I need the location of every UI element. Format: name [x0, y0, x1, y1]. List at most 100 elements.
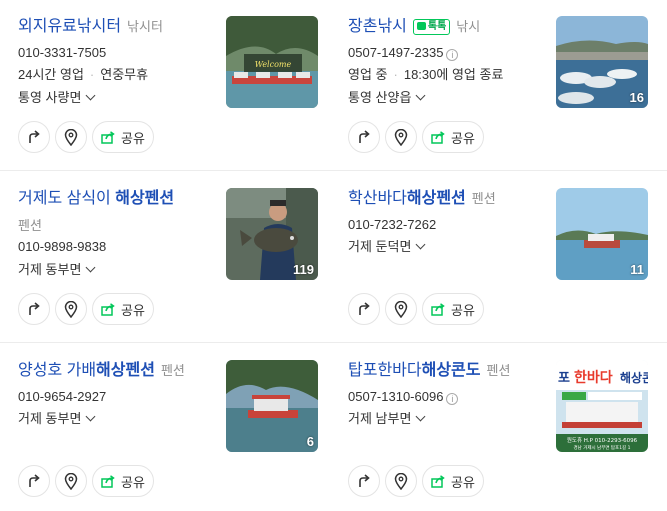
banner-name-text: 한바다: [574, 370, 613, 386]
share-label: 공유: [121, 130, 145, 146]
chevron-down-icon: [415, 411, 426, 422]
place-photo[interactable]: 119: [226, 188, 318, 280]
share-button[interactable]: 공유: [92, 293, 154, 325]
phone-number[interactable]: 0507-1310-6096 i: [348, 388, 459, 406]
place-card[interactable]: 양성호 가배해상펜션 펜션 010-9654-2927 거제 동부면 6 공유: [0, 344, 330, 511]
directions-button[interactable]: [18, 293, 50, 325]
talktalk-badge[interactable]: 톡톡: [412, 19, 451, 35]
map-pin-icon: [394, 300, 408, 318]
share-label: 공유: [121, 302, 145, 318]
map-pin-icon: [394, 472, 408, 490]
address-toggle[interactable]: 거제 동부면: [18, 410, 96, 428]
chevron-down-icon: [415, 90, 426, 101]
route-arrow-icon: [29, 302, 40, 315]
place-photo[interactable]: 6: [226, 360, 318, 452]
share-icon: [431, 302, 445, 316]
share-icon: [101, 130, 115, 144]
banner-phone-text: 원도휴 H.P 010-2293-6096: [567, 436, 638, 444]
welcome-sign-text: Welcome: [255, 60, 292, 69]
share-icon: [101, 302, 115, 316]
place-photo[interactable]: 포 한바다 해상콘 원도휴 H.P 010-2293-6096 경남 거제시 남…: [556, 360, 648, 452]
map-button[interactable]: [385, 293, 417, 325]
banner-address-text: 경남 거제시 남부면 탑포1길 1: [574, 444, 631, 451]
info-icon[interactable]: i: [446, 49, 459, 61]
phone-number[interactable]: 010-3331-7505: [18, 44, 106, 62]
place-photo[interactable]: 11: [556, 188, 648, 280]
place-category: 펜션: [471, 191, 496, 206]
place-card[interactable]: 장촌낚시 톡톡 낚시 0507-1497-2335 i 영업 중 · 18:30에 영업 …: [330, 0, 660, 170]
share-button[interactable]: 공유: [422, 293, 484, 325]
place-card[interactable]: 외지유료낚시터 낚시터 010-3331-7505 24시간 영업 · 연중무휴 통영…: [0, 0, 330, 170]
search-results-grid: 외지유료낚시터 낚시터 010-3331-7505 24시간 영업 · 연중무휴 통영…: [0, 0, 667, 511]
address-toggle[interactable]: 통영 산양읍: [348, 89, 426, 107]
chevron-down-icon: [85, 411, 96, 422]
place-title-link[interactable]: 탑포한바다해상콘도: [348, 362, 481, 379]
place-photo[interactable]: 16: [556, 16, 648, 108]
map-pin-icon: [64, 300, 78, 318]
place-card[interactable]: 학산바다해상펜션 펜션 010-7232-7262 거제 둔덕면 11 공유: [330, 172, 660, 342]
route-arrow-icon: [359, 130, 370, 143]
phone-number[interactable]: 0507-1497-2335 i: [348, 44, 459, 62]
map-button[interactable]: [55, 293, 87, 325]
route-arrow-icon: [29, 130, 40, 143]
banner-prefix-text: 포: [558, 371, 570, 386]
map-button[interactable]: [55, 465, 87, 497]
directions-button[interactable]: [18, 121, 50, 153]
route-arrow-icon: [29, 474, 40, 487]
phone-number[interactable]: 010-9654-2927: [18, 388, 106, 406]
photo-count: 11: [630, 262, 644, 277]
address-toggle[interactable]: 통영 사량면: [18, 89, 96, 107]
map-button[interactable]: [385, 465, 417, 497]
chevron-down-icon: [85, 262, 96, 273]
share-icon: [431, 474, 445, 488]
talktalk-badge-icon: [416, 22, 426, 30]
map-button[interactable]: [55, 121, 87, 153]
photo-count: 6: [306, 434, 314, 449]
photo-count: 119: [293, 262, 314, 277]
share-label: 공유: [451, 302, 475, 318]
place-card[interactable]: 탑포한바다해상콘도 펜션 0507-1310-6096 i 거제 남부면 포 한바다…: [330, 344, 660, 511]
phone-number[interactable]: 010-9898-9838: [18, 238, 106, 256]
address-toggle[interactable]: 거제 둔덕면: [348, 238, 426, 256]
share-button[interactable]: 공유: [92, 465, 154, 497]
address-toggle[interactable]: 거제 남부면: [348, 410, 426, 428]
place-photo[interactable]: Welcome: [226, 16, 318, 108]
address-toggle[interactable]: 거제 동부면: [18, 261, 96, 279]
map-pin-icon: [394, 128, 408, 146]
business-hours: 24시간 영업 · 연중무휴: [18, 67, 149, 82]
info-icon[interactable]: i: [446, 393, 459, 405]
share-label: 공유: [121, 474, 145, 490]
map-button[interactable]: [385, 121, 417, 153]
row-divider: [0, 170, 667, 171]
share-button[interactable]: 공유: [422, 121, 484, 153]
directions-button[interactable]: [348, 293, 380, 325]
photo-count: 16: [629, 90, 644, 105]
share-label: 공유: [451, 474, 475, 490]
phone-number[interactable]: 010-7232-7262: [348, 216, 436, 234]
route-arrow-icon: [359, 302, 370, 315]
place-title-link[interactable]: 장촌낚시: [348, 18, 407, 35]
place-category: 펜션: [486, 363, 511, 378]
place-title-link[interactable]: 양성호 가배해상펜션: [18, 362, 155, 379]
share-icon: [101, 474, 115, 488]
place-category: 낚시터: [127, 19, 163, 34]
share-icon: [431, 130, 445, 144]
place-category: 낚시: [456, 19, 481, 34]
place-title-link[interactable]: 거제도 삼식이 해상펜션: [18, 190, 174, 207]
row-divider: [0, 342, 667, 343]
share-button[interactable]: 공유: [422, 465, 484, 497]
directions-button[interactable]: [18, 465, 50, 497]
place-title-link[interactable]: 외지유료낚시터: [18, 18, 121, 35]
place-title-link[interactable]: 학산바다해상펜션: [348, 190, 466, 207]
business-hours: 영업 중 · 18:30에 영업 종료: [348, 67, 504, 82]
directions-button[interactable]: [348, 121, 380, 153]
place-card[interactable]: 거제도 삼식이 해상펜션 펜션 010-9898-9838 거제 동부면 119: [0, 172, 330, 342]
place-category: 펜션: [160, 363, 185, 378]
share-button[interactable]: 공유: [92, 121, 154, 153]
chevron-down-icon: [85, 90, 96, 101]
directions-button[interactable]: [348, 465, 380, 497]
route-arrow-icon: [359, 474, 370, 487]
map-pin-icon: [64, 128, 78, 146]
place-category: 펜션: [18, 218, 42, 233]
chevron-down-icon: [415, 239, 426, 250]
